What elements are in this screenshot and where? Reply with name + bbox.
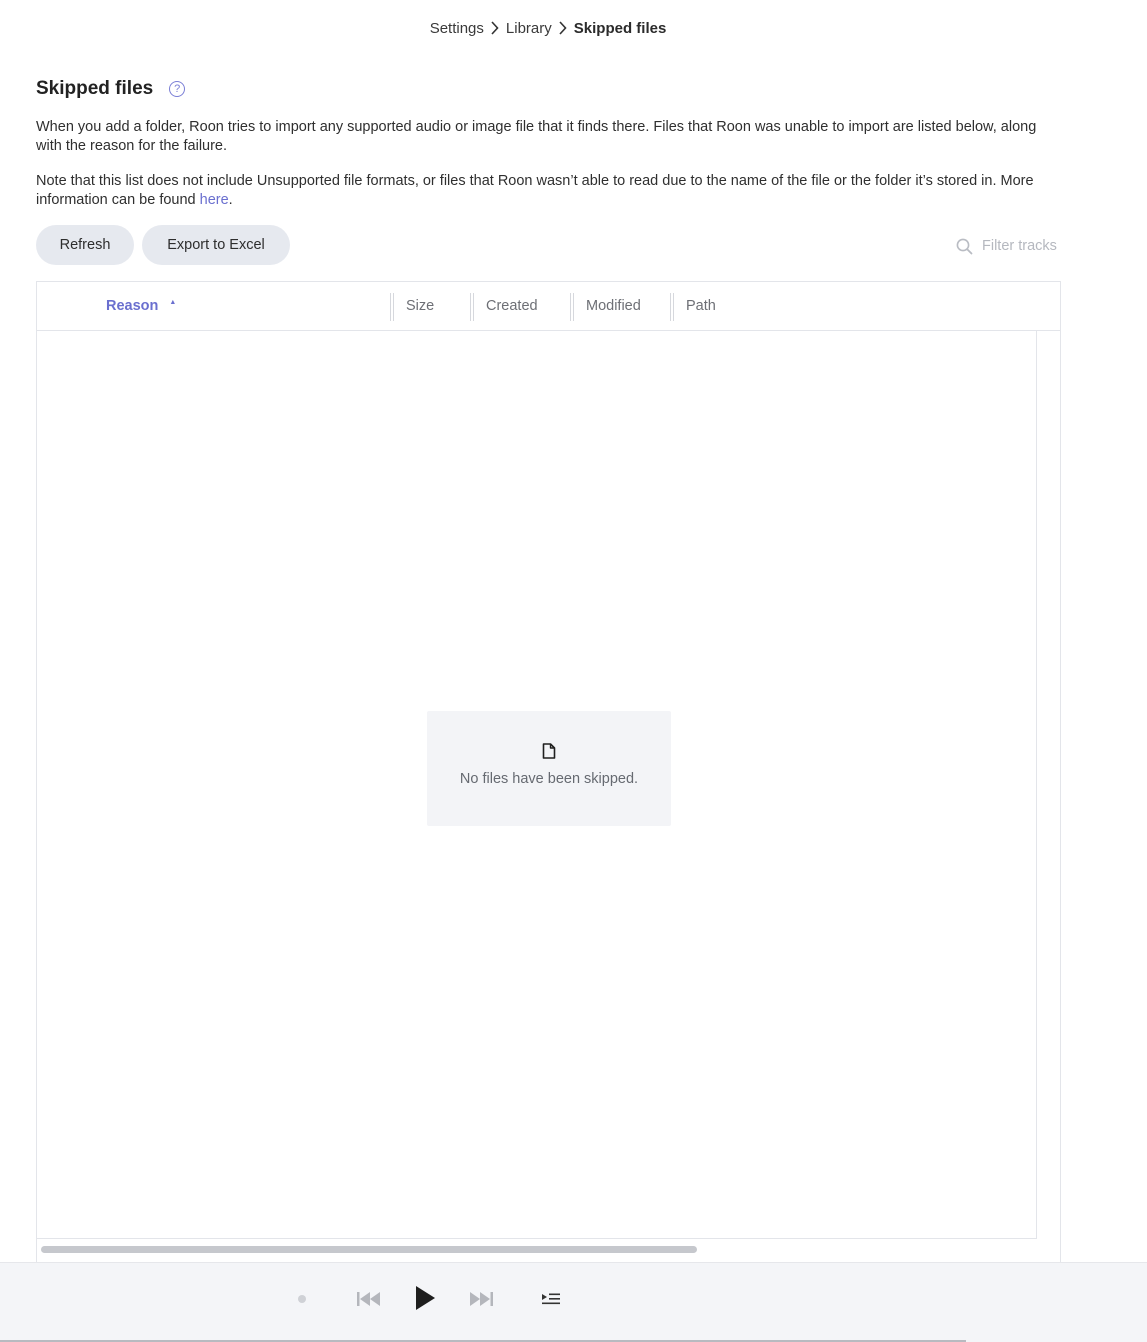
previous-track-icon[interactable] bbox=[356, 1290, 382, 1308]
note-paragraph: Note that this list does not include Uns… bbox=[36, 172, 1046, 209]
refresh-button[interactable]: Refresh bbox=[36, 225, 134, 265]
chevron-right-icon bbox=[552, 18, 574, 38]
empty-state-message: No files have been skipped. bbox=[459, 771, 639, 787]
more-info-link[interactable]: here bbox=[200, 192, 229, 208]
breadcrumb: Settings Library Skipped files bbox=[0, 18, 1096, 38]
note-end: . bbox=[228, 191, 233, 208]
breadcrumb-library[interactable]: Library bbox=[506, 20, 552, 37]
horizontal-scrollbar-thumb[interactable] bbox=[41, 1246, 697, 1253]
column-resize-handle[interactable] bbox=[670, 293, 674, 321]
column-resize-handle[interactable] bbox=[470, 293, 474, 321]
column-header-path[interactable]: Path bbox=[686, 298, 716, 314]
horizontal-scrollbar[interactable] bbox=[41, 1246, 1036, 1253]
skipped-files-table: Reason ▲ Size Created Modified Path No fi… bbox=[36, 281, 1061, 1262]
note-text: Note that this list does not include Uns… bbox=[36, 173, 1034, 208]
filter-tracks-input[interactable] bbox=[982, 238, 1064, 254]
column-resize-handle[interactable] bbox=[570, 293, 574, 321]
file-icon bbox=[542, 743, 556, 759]
table-body: No files have been skipped. bbox=[37, 331, 1037, 1239]
zone-status-dot[interactable] bbox=[298, 1295, 306, 1303]
play-icon[interactable] bbox=[414, 1285, 436, 1311]
next-track-icon[interactable] bbox=[468, 1290, 494, 1308]
queue-icon[interactable] bbox=[541, 1292, 561, 1306]
table-header: Reason ▲ Size Created Modified Path bbox=[37, 282, 1060, 331]
chevron-right-icon bbox=[484, 18, 506, 38]
column-resize-handle[interactable] bbox=[390, 293, 394, 321]
description-paragraph: When you add a folder, Roon tries to imp… bbox=[36, 119, 1037, 154]
column-header-reason-label: Reason bbox=[106, 298, 159, 314]
column-header-modified[interactable]: Modified bbox=[586, 298, 641, 314]
help-icon[interactable]: ? bbox=[169, 81, 186, 97]
breadcrumb-current: Skipped files bbox=[573, 19, 667, 37]
sort-ascending-icon: ▲ bbox=[169, 299, 177, 306]
column-header-created[interactable]: Created bbox=[486, 298, 538, 314]
page-header: Skipped files ? bbox=[36, 78, 186, 100]
export-to-excel-button[interactable]: Export to Excel bbox=[142, 225, 290, 265]
breadcrumb-settings[interactable]: Settings bbox=[430, 20, 484, 37]
search-icon bbox=[956, 238, 973, 254]
column-header-reason[interactable]: Reason ▲ bbox=[106, 298, 176, 314]
filter-tracks bbox=[956, 235, 1064, 257]
column-header-size[interactable]: Size bbox=[406, 298, 434, 314]
player-bar bbox=[0, 1262, 1147, 1342]
empty-state: No files have been skipped. bbox=[427, 711, 671, 826]
page-title: Skipped files bbox=[36, 78, 154, 99]
